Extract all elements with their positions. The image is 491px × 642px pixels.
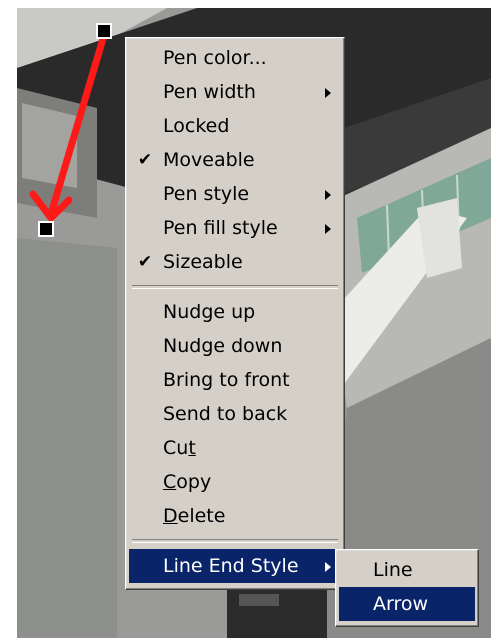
- selection-handle-start[interactable]: [96, 23, 112, 39]
- menu-item-pen-fill-style[interactable]: Pen fill style: [129, 211, 341, 245]
- menu-item-label: Bring to front: [163, 369, 290, 391]
- menu-item-send-to-back[interactable]: Send to back: [129, 397, 341, 431]
- menu-item-cut[interactable]: Cut: [129, 431, 341, 465]
- menu-separator: [132, 539, 338, 543]
- submenu-arrow-icon: [325, 190, 331, 200]
- menu-item-locked[interactable]: Locked: [129, 109, 341, 143]
- menu-item-nudge-up[interactable]: Nudge up: [129, 295, 341, 329]
- dark-object-detail: [239, 594, 279, 606]
- menu-item-line-end-style[interactable]: Line End Style: [129, 549, 341, 583]
- menu-item-label: Copy: [163, 471, 212, 493]
- check-icon: ✔: [137, 252, 153, 272]
- menu-item-label: Sizeable: [163, 251, 243, 273]
- context-menu: Pen color... Pen width Locked ✔ Moveable Pen …: [125, 37, 345, 590]
- menu-item-pen-style[interactable]: Pen style: [129, 177, 341, 211]
- background-3d-scene: Pen color... Pen width Locked ✔ Moveable Pen …: [17, 8, 491, 638]
- menu-item-label: Nudge up: [163, 301, 256, 323]
- menu-item-label: Pen color...: [163, 47, 267, 69]
- menu-item-pen-color[interactable]: Pen color...: [129, 41, 341, 75]
- menu-item-nudge-down[interactable]: Nudge down: [129, 329, 341, 363]
- menu-item-delete[interactable]: Delete: [129, 499, 341, 533]
- menu-item-label: Pen fill style: [163, 217, 278, 239]
- submenu-arrow-icon: [325, 224, 331, 234]
- submenu-item-label: Arrow: [373, 593, 429, 615]
- ground-left: [17, 238, 117, 638]
- menu-item-label: Moveable: [163, 149, 255, 171]
- submenu-item-label: Line: [373, 559, 413, 581]
- menu-item-label: Delete: [163, 505, 226, 527]
- submenu-arrow-icon: [325, 562, 331, 572]
- selection-handle-end[interactable]: [38, 221, 54, 237]
- menu-item-label: Line End Style: [163, 555, 299, 577]
- menu-item-moveable[interactable]: ✔ Moveable: [129, 143, 341, 177]
- submenu-item-arrow[interactable]: Arrow: [339, 587, 475, 621]
- menu-item-bring-to-front[interactable]: Bring to front: [129, 363, 341, 397]
- menu-item-label: Send to back: [163, 403, 288, 425]
- menu-item-label: Locked: [163, 115, 230, 137]
- check-icon: ✔: [137, 150, 153, 170]
- submenu-arrow-icon: [325, 88, 331, 98]
- line-end-style-submenu: Line Arrow: [335, 549, 479, 627]
- menu-item-label: Pen style: [163, 183, 250, 205]
- menu-separator: [132, 285, 338, 289]
- menu-item-label: Pen width: [163, 81, 256, 103]
- submenu-item-line[interactable]: Line: [339, 553, 475, 587]
- menu-item-copy[interactable]: Copy: [129, 465, 341, 499]
- menu-item-label: Cut: [163, 437, 196, 459]
- dark-object: [227, 583, 327, 638]
- menu-item-sizeable[interactable]: ✔ Sizeable: [129, 245, 341, 279]
- menu-item-pen-width[interactable]: Pen width: [129, 75, 341, 109]
- menu-item-label: Nudge down: [163, 335, 283, 357]
